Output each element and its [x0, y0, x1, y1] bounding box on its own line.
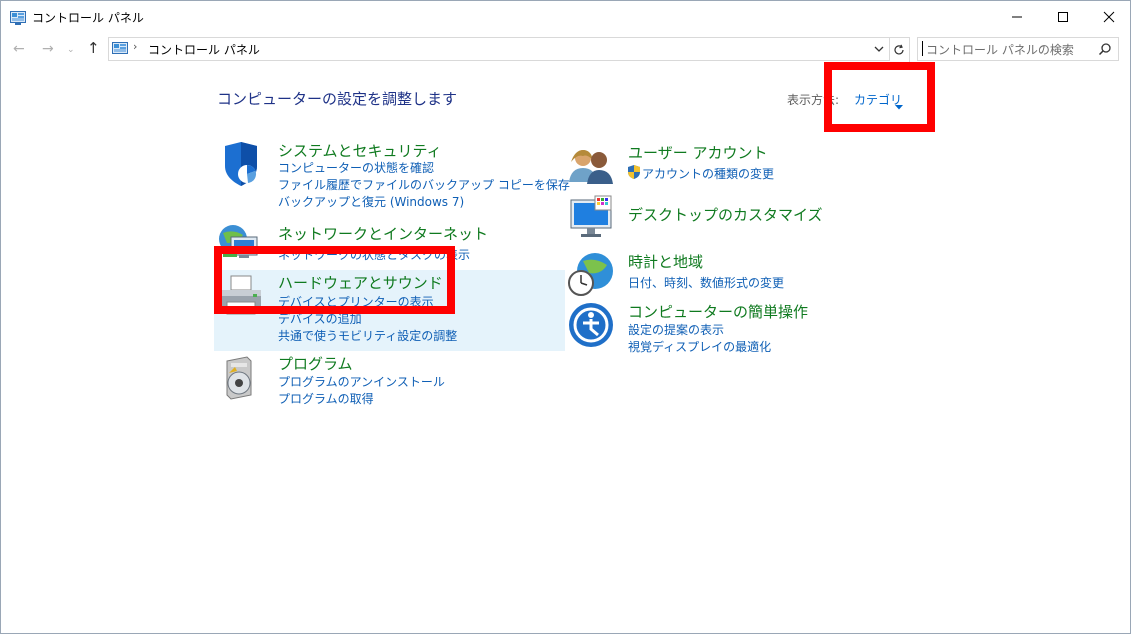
breadcrumb-separator-icon[interactable]: ›	[133, 40, 137, 53]
refresh-icon	[894, 44, 904, 55]
control-panel-window: コントロール パネル ← → ⌄ ↑ › コントロール パネル コントロール パ…	[0, 0, 1131, 634]
category-title[interactable]: ユーザー アカウント	[628, 142, 767, 163]
forward-arrow-icon[interactable]: →	[42, 41, 54, 57]
search-icon[interactable]	[1098, 41, 1112, 60]
category-link[interactable]: 共通で使うモビリティ設定の調整	[278, 327, 457, 344]
category-system-security[interactable]: システムとセキュリティ コンピューターの状態を確認 ファイル履歴でファイルのバッ…	[217, 140, 570, 210]
category-link[interactable]: プログラムのアンインストール	[278, 373, 445, 390]
ease-of-access-icon	[569, 303, 613, 347]
category-link[interactable]: バックアップと復元 (Windows 7)	[278, 193, 464, 210]
up-arrow-icon[interactable]: ↑	[87, 39, 100, 57]
title-bar: コントロール パネル	[1, 1, 1130, 32]
window-title: コントロール パネル	[32, 11, 144, 25]
category-link[interactable]: ファイル履歴でファイルのバックアップ コピーを保存	[278, 176, 570, 193]
category-ease-of-access[interactable]: コンピューターの簡単操作 設定の提案の表示 視覚ディスプレイの最適化	[567, 301, 897, 355]
clock-globe-icon	[568, 253, 613, 296]
maximize-icon	[1058, 11, 1068, 22]
back-arrow-icon[interactable]: ←	[13, 41, 25, 57]
address-bar[interactable]: › コントロール パネル	[108, 37, 890, 61]
control-panel-small-icon	[112, 41, 128, 60]
category-title[interactable]: 時計と地域	[628, 251, 703, 272]
refresh-button[interactable]	[889, 37, 910, 63]
shield-icon	[225, 142, 257, 186]
category-link[interactable]: コンピューターの状態を確認	[278, 159, 434, 176]
category-clock-region[interactable]: 時計と地域 日付、時刻、数値形式の変更	[567, 251, 897, 297]
search-box[interactable]: コントロール パネルの検索	[917, 37, 1119, 61]
users-icon	[569, 150, 613, 184]
category-link[interactable]: プログラムの取得	[278, 390, 374, 407]
close-icon	[1103, 11, 1115, 22]
minimize-icon	[1012, 16, 1022, 17]
close-button[interactable]	[1086, 1, 1131, 32]
page-title: コンピューターの設定を調整します	[217, 90, 458, 108]
category-link[interactable]: 視覚ディスプレイの最適化	[628, 338, 771, 355]
annotation-highlight-hardware-sound	[214, 246, 455, 314]
maximize-button[interactable]	[1040, 1, 1086, 32]
breadcrumb-control-panel[interactable]: コントロール パネル	[148, 41, 260, 58]
category-user-accounts[interactable]: ユーザー アカウント アカウントの種類の変更	[567, 142, 897, 188]
recent-locations-chevron-icon[interactable]: ⌄	[67, 45, 75, 55]
category-title[interactable]: デスクトップのカスタマイズ	[628, 204, 823, 225]
search-placeholder: コントロール パネルの検索	[926, 43, 1074, 57]
category-link[interactable]: アカウントの種類の変更	[642, 165, 774, 182]
category-link[interactable]: 設定の提案の表示	[628, 321, 724, 338]
category-title[interactable]: プログラム	[278, 353, 353, 374]
uac-shield-icon	[628, 165, 640, 182]
category-link[interactable]: 日付、時刻、数値形式の変更	[628, 274, 784, 291]
monitor-icon	[570, 195, 612, 237]
category-title[interactable]: ネットワークとインターネット	[278, 223, 488, 244]
category-title[interactable]: システムとセキュリティ	[278, 140, 442, 161]
minimize-button[interactable]	[994, 1, 1040, 32]
control-panel-icon	[10, 10, 26, 29]
text-caret	[922, 41, 923, 56]
category-programs[interactable]: プログラム プログラムのアンインストール プログラムの取得	[217, 353, 547, 407]
annotation-highlight-view-by	[824, 62, 935, 132]
programs-icon	[226, 356, 252, 400]
category-personalization[interactable]: デスクトップのカスタマイズ	[567, 194, 897, 244]
address-dropdown-chevron-icon[interactable]	[872, 41, 886, 57]
category-title[interactable]: コンピューターの簡単操作	[628, 301, 808, 322]
